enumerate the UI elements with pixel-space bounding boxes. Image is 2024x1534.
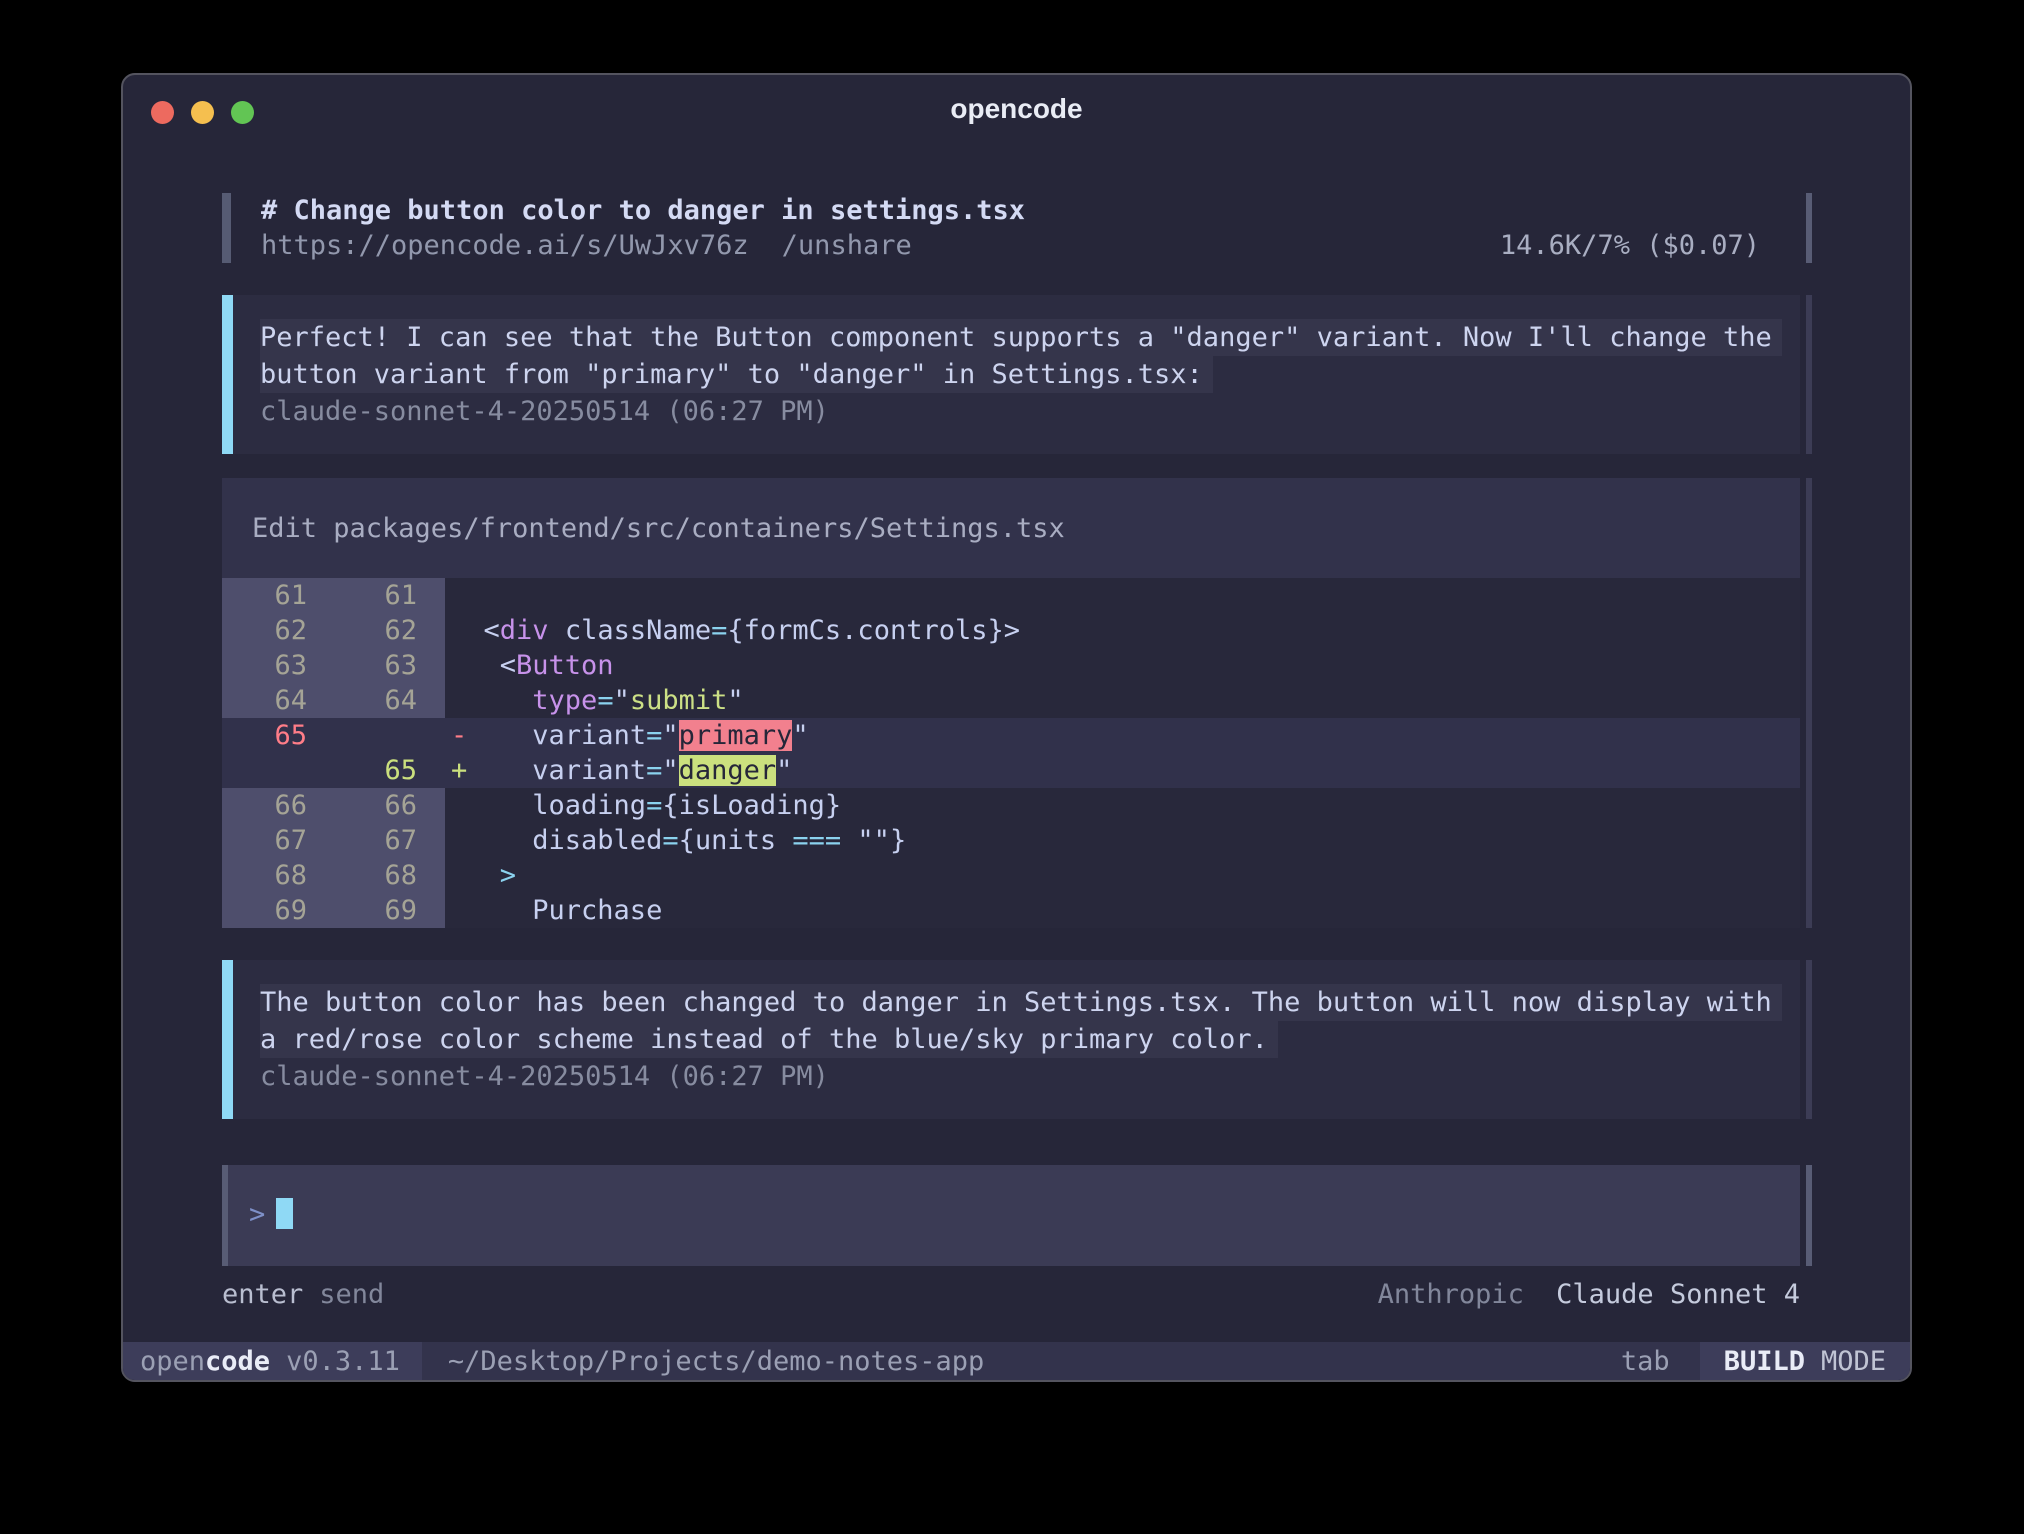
- diff-new-line-number: 62: [335, 613, 445, 648]
- diff-old-line-number: 69: [222, 893, 335, 928]
- diff-new-line-number: [335, 718, 445, 753]
- message-model-timestamp: claude-sonnet-4-20250514 (06:27 PM): [260, 393, 1800, 430]
- diff-new-line-number: 63: [335, 648, 445, 683]
- diff-new-line-number: 67: [335, 823, 445, 858]
- model-indicator[interactable]: Anthropic Claude Sonnet 4: [1378, 1280, 1800, 1310]
- message-scrollbar: [1806, 960, 1812, 1119]
- mode-label-rest: MODE: [1821, 1346, 1886, 1377]
- diff-old-line-number: 68: [222, 858, 335, 893]
- edit-tool-card: Edit packages/frontend/src/containers/Se…: [222, 478, 1800, 928]
- diff-new-line-number: 65: [335, 753, 445, 788]
- model-name: Claude Sonnet 4: [1556, 1279, 1800, 1310]
- diff-code-line: <Button: [445, 648, 1800, 683]
- context-token-stats: 14.6K/7% ($0.07): [1500, 228, 1760, 263]
- diff-row: 65 - variant="primary": [222, 718, 1800, 753]
- diff-new-line-number: 66: [335, 788, 445, 823]
- assistant-message: Perfect! I can see that the Button compo…: [222, 295, 1800, 454]
- model-provider: Anthropic: [1378, 1279, 1524, 1310]
- diff-code-line: + variant="danger": [445, 753, 1800, 788]
- diff-new-line-number: 61: [335, 578, 445, 613]
- diff-old-line-number: 67: [222, 823, 335, 858]
- message-text-line: Perfect! I can see that the Button compo…: [260, 319, 1800, 356]
- app-version: v0.3.11: [286, 1346, 400, 1377]
- session-header: # Change button color to danger in setti…: [222, 193, 1800, 263]
- diff-code-line: loading={isLoading}: [445, 788, 1800, 823]
- assistant-message: The button color has been changed to dan…: [222, 960, 1800, 1119]
- window-title: opencode: [123, 93, 1910, 125]
- diff-table: 61616262 <div className={formCs.controls…: [222, 578, 1800, 928]
- diff-code-line: disabled={units === ""}: [445, 823, 1800, 858]
- tab-key-hint[interactable]: tab: [1621, 1346, 1670, 1377]
- diff-code-line: >: [445, 858, 1800, 893]
- message-text-line: The button color has been changed to dan…: [260, 984, 1800, 1021]
- diff-new-line-number: 69: [335, 893, 445, 928]
- status-bar: opencode v0.3.11 ~/Desktop/Projects/demo…: [123, 1342, 1910, 1380]
- diff-new-line-number: 64: [335, 683, 445, 718]
- diff-code-line: [445, 578, 1800, 613]
- message-text-line: button variant from "primary" to "danger…: [260, 356, 1800, 393]
- text-cursor: [276, 1198, 293, 1229]
- diff-row: 6161: [222, 578, 1800, 613]
- prompt-chevron-icon: >: [249, 1199, 265, 1230]
- session-title: # Change button color to danger in setti…: [261, 193, 1760, 228]
- diff-row: 6464 type="submit": [222, 683, 1800, 718]
- mode-chip[interactable]: BUILD MODE: [1700, 1342, 1910, 1380]
- session-content: # Change button color to danger in setti…: [222, 137, 1800, 1310]
- diff-old-line-number: 65: [222, 718, 335, 753]
- diff-old-line-number: 66: [222, 788, 335, 823]
- edit-scrollbar: [1806, 478, 1812, 928]
- mode-label-bold: BUILD: [1724, 1346, 1805, 1377]
- send-action-hint: send: [319, 1280, 384, 1310]
- diff-code-line: type="submit": [445, 683, 1800, 718]
- input-helper-row: enter send Anthropic Claude Sonnet 4: [222, 1280, 1800, 1310]
- diff-code-line: - variant="primary": [445, 718, 1800, 753]
- diff-row: 6767 disabled={units === ""}: [222, 823, 1800, 858]
- unshare-command[interactable]: /unshare: [782, 228, 912, 263]
- diff-row: 6969 Purchase: [222, 893, 1800, 928]
- session-header-line2: https://opencode.ai/s/UwJxv76z /unshare …: [261, 228, 1760, 263]
- diff-new-line-number: 68: [335, 858, 445, 893]
- diff-row: 6262 <div className={formCs.controls}>: [222, 613, 1800, 648]
- diff-row: 65+ variant="danger": [222, 753, 1800, 788]
- input-scrollbar: [1806, 1165, 1812, 1266]
- working-directory: ~/Desktop/Projects/demo-notes-app: [448, 1346, 984, 1377]
- diff-row: 6666 loading={isLoading}: [222, 788, 1800, 823]
- enter-key-hint: enter: [222, 1280, 303, 1310]
- opencode-terminal-window: opencode # Change button color to danger…: [121, 73, 1912, 1382]
- window-titlebar[interactable]: opencode: [123, 75, 1910, 137]
- diff-old-line-number: 61: [222, 578, 335, 613]
- diff-row: 6868 >: [222, 858, 1800, 893]
- diff-row: 6363 <Button: [222, 648, 1800, 683]
- diff-old-line-number: 63: [222, 648, 335, 683]
- edit-tool-title: Edit packages/frontend/src/containers/Se…: [222, 478, 1800, 578]
- header-scrollbar: [1806, 193, 1812, 263]
- diff-code-line: <div className={formCs.controls}>: [445, 613, 1800, 648]
- message-scrollbar: [1806, 295, 1812, 454]
- diff-old-line-number: 62: [222, 613, 335, 648]
- diff-code-line: Purchase: [445, 893, 1800, 928]
- message-text-line: a red/rose color scheme instead of the b…: [260, 1021, 1800, 1058]
- diff-old-line-number: 64: [222, 683, 335, 718]
- diff-old-line-number: [222, 753, 335, 788]
- app-version-chip: opencode v0.3.11: [123, 1342, 422, 1380]
- app-name: opencode: [140, 1346, 270, 1377]
- prompt-input[interactable]: >: [222, 1165, 1800, 1266]
- message-model-timestamp: claude-sonnet-4-20250514 (06:27 PM): [260, 1058, 1800, 1095]
- share-url-link[interactable]: https://opencode.ai/s/UwJxv76z: [261, 228, 749, 263]
